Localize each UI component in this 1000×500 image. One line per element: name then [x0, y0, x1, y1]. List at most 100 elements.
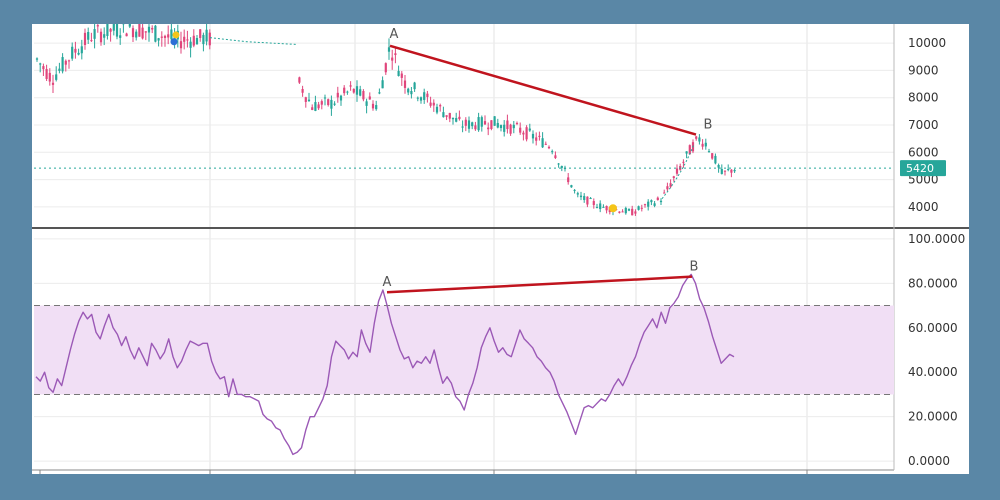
candle-body-24 — [112, 24, 115, 31]
candle-body-103 — [451, 117, 455, 120]
candle-body-8 — [61, 57, 64, 72]
candle-body-99 — [439, 105, 442, 107]
candle-body-140 — [570, 185, 573, 188]
candle-body-52 — [202, 34, 205, 45]
candle-body-147 — [592, 201, 595, 206]
candle-body-163 — [643, 204, 647, 206]
candle-body-4 — [48, 72, 51, 82]
candle-body-137 — [560, 165, 563, 168]
candle-body-150 — [602, 206, 605, 208]
candle-body-97 — [432, 102, 435, 106]
candle-body-38 — [157, 38, 160, 41]
candle-body-167 — [656, 197, 659, 201]
candle-body-92 — [416, 97, 419, 99]
candle-body-132 — [544, 143, 547, 145]
candle-body-68 — [339, 95, 343, 101]
y-axes: 400050006000700080009000100000.000020.00… — [908, 36, 965, 468]
candle-body-145 — [586, 196, 589, 205]
candle-body-180 — [698, 137, 701, 142]
candle-body-169 — [663, 192, 666, 194]
price-label-a: A — [390, 27, 399, 42]
candle-body-77 — [368, 96, 371, 100]
candle-body-114 — [487, 127, 490, 130]
candle-body-63 — [323, 97, 327, 99]
candle-body-157 — [624, 207, 627, 214]
candle-body-3 — [45, 69, 48, 79]
candle-body-136 — [557, 163, 560, 165]
candle-body-168 — [659, 200, 663, 203]
osc-tick-label-4: 80.0000 — [908, 276, 958, 290]
candle-body-122 — [512, 124, 515, 129]
candle-body-89 — [407, 88, 410, 93]
candle-body-75 — [362, 91, 365, 100]
candle-body-41 — [167, 34, 170, 38]
candle-body-116 — [493, 116, 496, 126]
trendlines: A B A B — [383, 27, 712, 294]
event-marker-yellow-2 — [609, 204, 617, 213]
candle-body-175 — [682, 161, 685, 163]
candle-body-94 — [423, 92, 426, 100]
grid — [32, 24, 969, 474]
candle-body-16 — [87, 31, 90, 40]
candle-body-143 — [579, 195, 583, 198]
chart-canvas[interactable]: ABAB 400050006000700080009000100000.0000… — [32, 24, 969, 474]
candle-body-51 — [199, 29, 202, 38]
candle-body-156 — [621, 211, 624, 213]
candle-body-160 — [634, 211, 637, 214]
candle-body-106 — [461, 126, 464, 128]
candle-body-95 — [426, 93, 429, 97]
candle-body-56 — [301, 89, 304, 93]
candle-body-22 — [106, 24, 109, 36]
candle-body-12 — [74, 48, 77, 53]
candle-body-5 — [51, 82, 55, 85]
candle-body-74 — [359, 89, 362, 96]
osc-tick-label-5: 100.0000 — [908, 232, 965, 246]
candle-body-113 — [483, 121, 487, 125]
candle-body-124 — [519, 127, 522, 133]
candle-body-32 — [138, 24, 141, 37]
candle-body-135 — [554, 155, 557, 159]
candle-body-189 — [727, 169, 730, 171]
candle-body-187 — [720, 168, 723, 174]
candle-body-151 — [605, 205, 608, 211]
candle-body-71 — [349, 85, 352, 87]
candle-body-172 — [672, 176, 675, 178]
current-price-badge-label: 5420 — [906, 162, 934, 175]
candle-body-66 — [333, 103, 336, 105]
candle-body-149 — [599, 203, 602, 210]
chart-frame: ABAB 4000 5000 6000 7000 8000 9000 10000 0.0000… — [32, 24, 969, 474]
candle-body-57 — [304, 97, 307, 102]
candle-body-176 — [685, 151, 688, 154]
candle-body-85 — [394, 53, 397, 56]
candle-body-170 — [666, 186, 669, 190]
candle-body-65 — [330, 99, 333, 109]
oscillator-trendline — [386, 275, 693, 294]
candle-body-55 — [298, 77, 301, 83]
candle-body-121 — [509, 124, 512, 134]
candle-body-133 — [547, 146, 551, 149]
candle-body-139 — [567, 177, 570, 183]
candle-body-60 — [314, 102, 317, 111]
candle-body-118 — [499, 125, 503, 129]
candle-body-62 — [320, 101, 323, 105]
candle-body-130 — [538, 135, 541, 137]
candle-body-110 — [474, 125, 477, 130]
candle-body-102 — [448, 112, 451, 119]
candle-body-186 — [717, 164, 720, 168]
event-marker-yellow-1 — [172, 31, 180, 39]
candle-body-164 — [647, 201, 650, 207]
candle-body-182 — [704, 142, 707, 147]
candle-body-79 — [375, 105, 378, 110]
candle-body-191 — [733, 169, 736, 172]
candle-body-45 — [179, 41, 183, 49]
candle-body-171 — [669, 183, 672, 187]
price-tick-label-6: 10000 — [908, 36, 946, 50]
candle-body-14 — [80, 46, 83, 54]
candle-body-33 — [141, 27, 144, 39]
candle-body-165 — [650, 200, 653, 203]
osc-tick-label-1: 20.0000 — [908, 410, 958, 424]
candle-body-100 — [442, 112, 445, 118]
candle-body-47 — [186, 39, 189, 41]
candle-body-104 — [455, 118, 458, 122]
candle-body-123 — [515, 122, 519, 124]
